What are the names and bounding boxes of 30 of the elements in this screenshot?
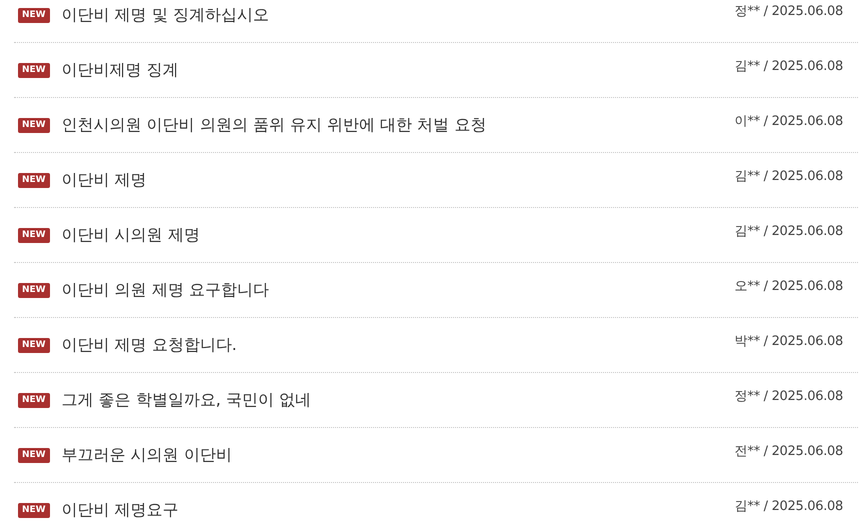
author-date: 정** / 2025.06.08 xyxy=(734,388,843,405)
author-date: 오** / 2025.06.08 xyxy=(734,278,843,295)
post-title-link[interactable]: 이단비 의원 제명 요구합니다 xyxy=(62,280,735,300)
author-date: 이** / 2025.06.08 xyxy=(734,113,843,130)
new-badge: NEW xyxy=(18,448,50,462)
author-date: 김** / 2025.06.08 xyxy=(734,58,843,75)
author-date: 김** / 2025.06.08 xyxy=(734,498,843,515)
new-badge: NEW xyxy=(18,62,50,78)
post-title-link[interactable]: 이단비 제명 및 징계하십시오 xyxy=(62,4,735,26)
new-badge: NEW xyxy=(18,118,50,132)
post-title-link[interactable]: 부끄러운 시의원 이단비 xyxy=(62,444,735,466)
new-badge: NEW xyxy=(18,392,50,408)
author-date: 정** / 2025.06.08 xyxy=(734,3,843,20)
author-date: 김** / 2025.06.08 xyxy=(734,223,843,240)
new-badge: NEW xyxy=(18,282,50,298)
author-date: 김** / 2025.06.08 xyxy=(734,168,843,185)
post-title-link[interactable]: 이단비 제명 xyxy=(62,170,735,190)
author-date: 박** / 2025.06.08 xyxy=(734,333,843,350)
new-badge: NEW xyxy=(18,502,50,518)
post-title-link[interactable]: 이단비 제명요구 xyxy=(62,500,735,520)
new-badge: NEW xyxy=(18,228,50,242)
post-title-link[interactable]: 이단비 제명 요청합니다. xyxy=(62,334,735,356)
new-badge: NEW xyxy=(18,8,50,22)
post-title-link[interactable]: 이단비 시의원 제명 xyxy=(62,224,735,246)
new-badge: NEW xyxy=(18,338,50,352)
post-title-link[interactable]: 인천시의원 이단비 의원의 품위 유지 위반에 대한 처벌 요청 xyxy=(62,114,735,136)
new-badge: NEW xyxy=(18,172,50,188)
author-date: 전** / 2025.06.08 xyxy=(734,443,843,460)
post-title-link[interactable]: 이단비제명 징계 xyxy=(62,60,735,80)
post-title-link[interactable]: 그게 좋은 학별일까요, 국민이 없네 xyxy=(62,390,735,410)
